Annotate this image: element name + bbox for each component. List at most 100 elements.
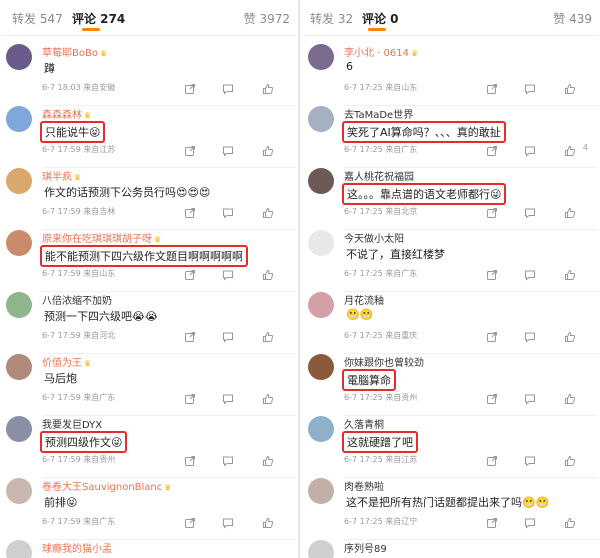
- comment-icon[interactable]: [222, 452, 234, 467]
- share-icon[interactable]: [184, 514, 196, 528]
- username[interactable]: 价值为王 ♛: [42, 354, 91, 369]
- like-icon[interactable]: [262, 204, 274, 218]
- avatar[interactable]: [6, 416, 32, 442]
- like-icon[interactable]: [262, 142, 274, 156]
- comment-icon[interactable]: [524, 142, 536, 157]
- avatar[interactable]: [308, 478, 334, 504]
- avatar[interactable]: [308, 292, 334, 318]
- like-icon[interactable]: [262, 452, 274, 466]
- username[interactable]: 李小北 · 0614 ♛: [344, 44, 418, 59]
- like-icon[interactable]: [564, 204, 576, 218]
- comment-icon[interactable]: [524, 328, 536, 343]
- comment-icon[interactable]: [524, 266, 536, 281]
- comment-icon[interactable]: [222, 204, 234, 219]
- like-icon[interactable]: [564, 80, 576, 94]
- comment-icon[interactable]: [222, 266, 234, 281]
- comment-icon[interactable]: [222, 390, 234, 405]
- avatar[interactable]: [6, 292, 32, 318]
- username[interactable]: 序列号89: [344, 540, 387, 555]
- username[interactable]: 去TaMaDe世界: [344, 106, 413, 121]
- comment-icon[interactable]: [524, 452, 536, 467]
- avatar[interactable]: [308, 230, 334, 256]
- share-icon[interactable]: [184, 204, 196, 218]
- comment-meta: 6-7 17:59 来自广东: [42, 392, 115, 403]
- comment-icon[interactable]: [524, 514, 536, 529]
- comment-item: 原来你在吃琪琪琪胡子呀 ♛ 能不能预测下四六级作文题目啊啊啊啊啊 6-7 17:59 …: [2, 230, 296, 292]
- username[interactable]: 久落青桐: [344, 416, 384, 431]
- like-icon[interactable]: [564, 266, 576, 280]
- like-icon[interactable]: [564, 452, 576, 466]
- like-icon[interactable]: [262, 390, 274, 404]
- like-icon[interactable]: [564, 514, 576, 528]
- username[interactable]: 森森森林 ♛: [42, 106, 91, 121]
- avatar[interactable]: [308, 416, 334, 442]
- share-icon[interactable]: [184, 328, 196, 342]
- comment-meta: 6-7 17:59 来自山东: [42, 268, 115, 279]
- share-icon[interactable]: [486, 514, 498, 528]
- like-icon[interactable]: [564, 390, 576, 404]
- share-icon[interactable]: [486, 204, 498, 218]
- share-icon[interactable]: [486, 452, 498, 466]
- share-icon[interactable]: [184, 390, 196, 404]
- username[interactable]: 八倍浓缩不加奶: [42, 292, 112, 307]
- comment-icon[interactable]: [524, 390, 536, 405]
- tab-likes[interactable]: 赞 3972: [244, 10, 290, 27]
- avatar[interactable]: [308, 540, 334, 558]
- avatar[interactable]: [308, 44, 334, 70]
- avatar[interactable]: [6, 230, 32, 256]
- share-icon[interactable]: [486, 390, 498, 404]
- comment-item: 嘉人桃花祝福园 这。。。靠点谱的语文老师都行😜 6-7 17:25 来自北京: [304, 168, 598, 230]
- tab-repost[interactable]: 转发 547: [12, 10, 63, 27]
- username-text: 原来你在吃琪琪琪胡子呀: [42, 234, 152, 245]
- tab-repost[interactable]: 转发 32: [310, 10, 353, 27]
- username[interactable]: 球瘾我的猫小孟: [42, 540, 112, 555]
- comment-time: 6-7 17:25: [344, 331, 383, 340]
- share-icon[interactable]: [486, 142, 498, 156]
- avatar[interactable]: [6, 478, 32, 504]
- username[interactable]: 肉卷熟啦: [344, 478, 384, 493]
- avatar[interactable]: [308, 354, 334, 380]
- comment-icon[interactable]: [222, 328, 234, 343]
- share-icon[interactable]: [184, 142, 196, 156]
- username[interactable]: 月花流釉: [344, 292, 384, 307]
- like-icon[interactable]: [262, 514, 274, 528]
- share-icon[interactable]: [184, 452, 196, 466]
- tab-comments[interactable]: 评论 0: [362, 10, 399, 27]
- comment-icon[interactable]: [222, 514, 234, 529]
- avatar[interactable]: [6, 106, 32, 132]
- avatar[interactable]: [308, 106, 334, 132]
- tab-likes[interactable]: 赞 439: [553, 10, 592, 27]
- username[interactable]: 我要发巨DYX: [42, 416, 102, 431]
- avatar[interactable]: [6, 354, 32, 380]
- avatar[interactable]: [308, 168, 334, 194]
- like-icon[interactable]: [262, 80, 274, 94]
- username[interactable]: 今天做小太阳: [344, 230, 404, 245]
- tab-comments[interactable]: 评论 274: [72, 10, 125, 27]
- tab-underline: [368, 28, 386, 31]
- comment-icon[interactable]: [222, 142, 234, 157]
- share-icon[interactable]: [486, 328, 498, 342]
- username-text: 嘉人桃花祝福园: [344, 172, 414, 183]
- avatar[interactable]: [6, 44, 32, 70]
- comment-icon[interactable]: [524, 80, 536, 95]
- username[interactable]: 卷卷大王SauvignonBlanc ♛: [42, 478, 171, 493]
- avatar[interactable]: [6, 168, 32, 194]
- username[interactable]: 草莓耶BoBo ♛: [42, 44, 107, 59]
- comment-icon[interactable]: [222, 80, 234, 95]
- like-icon[interactable]: [564, 328, 576, 342]
- share-icon[interactable]: [486, 80, 498, 94]
- like-icon[interactable]: [262, 328, 274, 342]
- comment-time: 6-7 17:59: [42, 331, 81, 340]
- like-icon[interactable]: [564, 142, 576, 156]
- share-icon[interactable]: [184, 266, 196, 280]
- username[interactable]: 嘉人桃花祝福园: [344, 168, 414, 183]
- avatar[interactable]: [6, 540, 32, 558]
- share-icon[interactable]: [184, 80, 196, 94]
- username[interactable]: 原来你在吃琪琪琪胡子呀 ♛: [42, 230, 161, 245]
- like-icon[interactable]: [262, 266, 274, 280]
- comment-icon[interactable]: [524, 204, 536, 219]
- username-text: 草莓耶BoBo: [42, 48, 98, 59]
- share-icon[interactable]: [486, 266, 498, 280]
- username[interactable]: 你妹跟你也曾较劲: [344, 354, 424, 369]
- username[interactable]: 琪半疯 ♛: [42, 168, 81, 183]
